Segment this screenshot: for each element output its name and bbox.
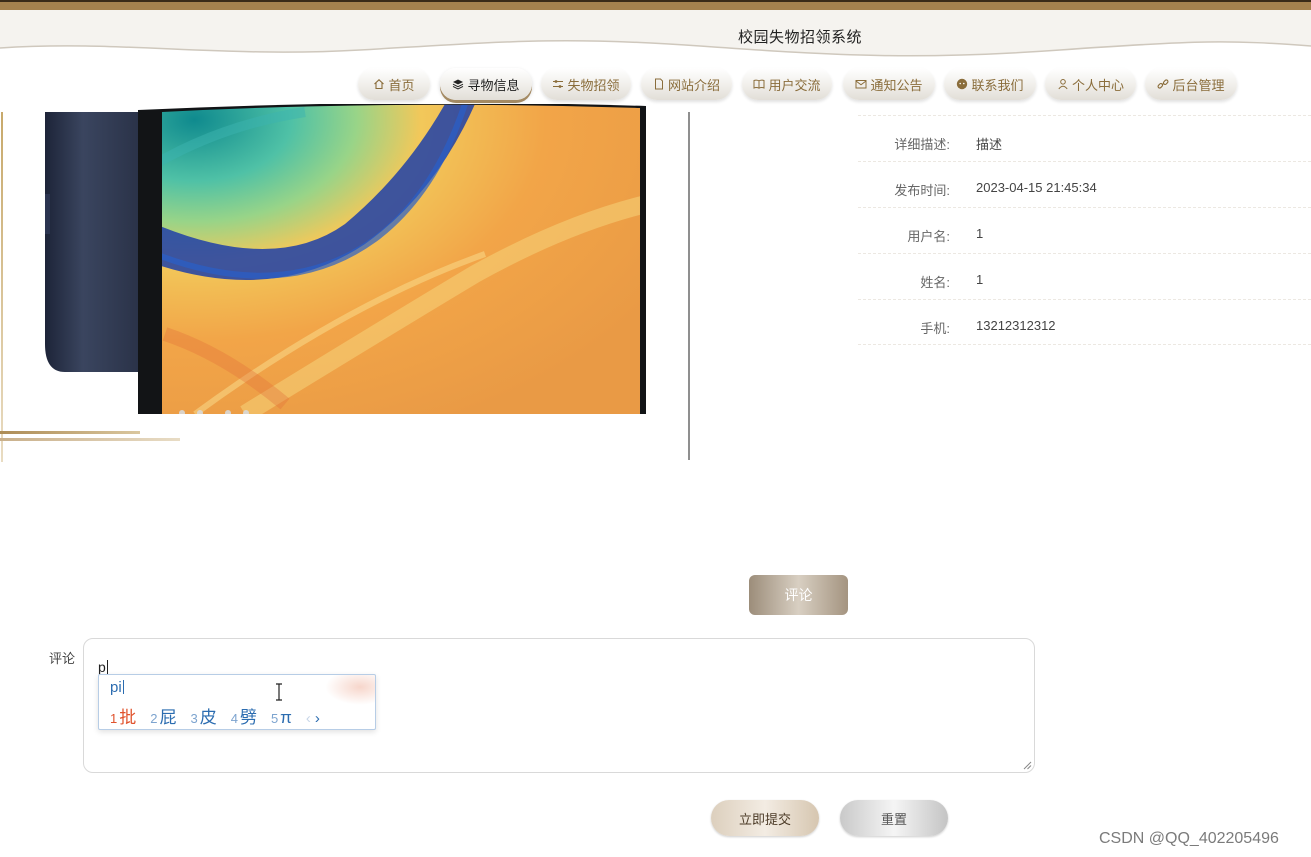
nav-item-label: 通知公告 [870, 77, 923, 93]
ime-candidate-number: 1 [110, 711, 118, 726]
nav-item-contact[interactable]: 联系我们 [944, 68, 1036, 100]
ime-composition-text: pi [110, 679, 122, 696]
detail-value: 2023-04-15 21:45:34 [976, 180, 1097, 195]
detail-label: 手机: [920, 321, 950, 336]
chat-icon [957, 78, 968, 90]
nav-item-label: 个人中心 [1071, 77, 1124, 93]
ime-prev-page-icon[interactable]: ‹ [306, 710, 315, 727]
detail-label: 姓名: [920, 275, 950, 290]
ime-composition: pi [110, 679, 124, 696]
ime-candidate[interactable]: 5π [271, 708, 292, 728]
detail-row-name: 姓名: 1 [858, 253, 1311, 299]
ime-candidate-text: π [280, 708, 292, 727]
ime-candidate-number: 3 [190, 711, 198, 726]
detail-value: 1 [976, 226, 984, 241]
ime-candidate[interactable]: 1批 [110, 703, 136, 728]
watermark: CSDN @QQ_402205496 [1099, 830, 1279, 847]
ime-candidate-number: 2 [150, 711, 158, 726]
document-icon [654, 78, 663, 90]
detail-value: 1 [976, 272, 984, 287]
nav-item-label: 寻物信息 [467, 77, 520, 93]
detail-label: 发布时间: [894, 183, 950, 198]
ime-candidate-number: 4 [230, 711, 238, 726]
frame-line-right [688, 112, 690, 460]
reset-button[interactable]: 重置 [840, 800, 948, 836]
comment-field-label: 评论 [49, 651, 76, 666]
product-image [45, 104, 646, 414]
nav-item-label: 后台管理 [1172, 77, 1225, 93]
detail-row-description: 详细描述: 描述 [858, 115, 1311, 161]
top-decor-strip [0, 0, 1311, 10]
nav-item-label: 联系我们 [971, 77, 1024, 93]
header-wave [0, 40, 1311, 64]
ime-candidate[interactable]: 3皮 [190, 703, 216, 728]
decor-line [0, 438, 180, 441]
ime-candidate-text: 批 [119, 708, 137, 727]
nav-item-forum[interactable]: 用户交流 [742, 68, 832, 100]
nav-item-home[interactable]: 首页 [358, 68, 430, 100]
frame-line-left [1, 112, 3, 462]
comment-button[interactable]: 评论 [749, 575, 848, 615]
nav-item-profile[interactable]: 个人中心 [1045, 68, 1136, 100]
nav-item-label: 首页 [388, 77, 415, 93]
ime-candidate-list: 1批 2屁 3皮 4劈 5π ‹› [110, 703, 324, 728]
detail-row-username: 用户名: 1 [858, 207, 1311, 253]
nav-item-label: 网站介绍 [667, 77, 720, 93]
ime-caret [122, 680, 124, 694]
decor-line [0, 431, 140, 434]
detail-label: 详细描述: [894, 137, 950, 152]
detail-row-publish-time: 发布时间: 2023-04-15 21:45:34 [858, 161, 1311, 207]
ime-next-page-icon[interactable]: › [315, 710, 324, 727]
ime-candidate-text: 劈 [239, 708, 257, 727]
ime-candidate-text: 皮 [199, 708, 217, 727]
resize-grip-icon[interactable] [1023, 761, 1032, 770]
book-icon [753, 79, 765, 89]
detail-value: 描述 [976, 137, 1003, 152]
detail-label: 用户名: [907, 229, 950, 244]
ime-candidate-popup: pi 1批 2屁 3皮 4劈 5π ‹› [98, 674, 376, 730]
text-caret [106, 660, 108, 674]
nav-item-about[interactable]: 网站介绍 [641, 68, 732, 100]
nav-item-lost-info[interactable]: 寻物信息 [440, 68, 532, 100]
ime-candidate-text: 屁 [159, 708, 177, 727]
link-icon [1157, 79, 1169, 89]
nav-item-label: 用户交流 [768, 77, 821, 93]
ime-page-nav: ‹› [306, 710, 324, 727]
nav-item-admin[interactable]: 后台管理 [1145, 68, 1237, 100]
detail-value: 13212312312 [976, 318, 1056, 333]
ime-candidate-number: 5 [270, 711, 279, 726]
header-band [0, 10, 1311, 64]
ime-candidate[interactable]: 4劈 [231, 703, 257, 728]
comment-text: p [98, 659, 108, 675]
comment-value: p [98, 659, 106, 675]
sliders-icon [553, 80, 564, 88]
ime-candidate[interactable]: 2屁 [150, 703, 176, 728]
nav-item-label: 失物招领 [567, 77, 620, 93]
mail-icon [855, 80, 867, 89]
site-title: 校园失物招领系统 [738, 29, 863, 46]
nav-item-found[interactable]: 失物招领 [541, 68, 631, 100]
home-icon [374, 79, 385, 90]
submit-button[interactable]: 立即提交 [711, 800, 819, 836]
layers-icon [453, 79, 464, 90]
ime-decor [325, 675, 375, 705]
detail-row-phone: 手机: 13212312312 [858, 299, 1311, 345]
text-cursor-icon [276, 683, 282, 701]
nav-item-notice[interactable]: 通知公告 [843, 68, 935, 100]
user-icon [1058, 79, 1068, 90]
